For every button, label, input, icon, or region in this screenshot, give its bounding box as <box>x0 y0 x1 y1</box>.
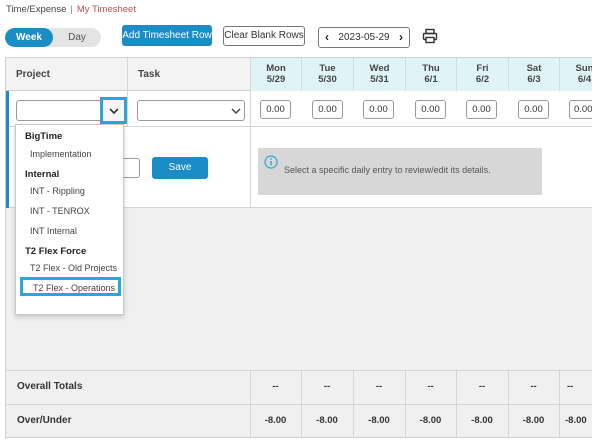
hours-input-sat[interactable]: 0.00 <box>518 100 549 119</box>
task-column-header: Task <box>138 69 161 80</box>
day-name: Sat <box>526 63 542 74</box>
day-date: 6/4 <box>577 74 592 85</box>
day-name: Wed <box>369 63 390 74</box>
save-button[interactable]: Save <box>152 157 208 179</box>
day-view-button[interactable]: Day <box>53 28 101 47</box>
chevron-down-icon <box>231 108 241 115</box>
day-date: 5/30 <box>318 74 337 85</box>
row-divider <box>6 404 592 405</box>
total-sat: -- <box>530 381 537 392</box>
chevron-left-icon[interactable]: ‹ <box>319 28 335 47</box>
info-message-box: Select a specific daily entry to review/… <box>258 148 542 195</box>
day-header-wed: Wed 5/31 <box>353 58 405 91</box>
hours-input-sun[interactable]: 0.00 <box>569 100 592 119</box>
day-header-sun: Sun 6/4 <box>559 58 592 91</box>
breadcrumb: Time/Expense | My Timesheet <box>6 4 136 15</box>
add-timesheet-row-button[interactable]: Add Timesheet Row <box>122 25 212 46</box>
project-dropdown-menu: BigTime Implementation Internal INT - Ri… <box>15 124 124 315</box>
day-header-thu: Thu 6/1 <box>405 58 456 91</box>
date-navigator: ‹ 2023-05-29 › <box>318 27 410 48</box>
week-view-button[interactable]: Week <box>5 28 53 47</box>
project-column-header: Project <box>16 69 50 80</box>
over-under-label: Over/Under <box>17 415 72 426</box>
total-wed: -- <box>375 381 383 392</box>
over-under-tue: -8.00 <box>316 415 338 426</box>
view-toggle: Week Day <box>5 28 101 47</box>
breadcrumb-separator: | <box>70 4 73 15</box>
day-name: Thu <box>422 63 440 74</box>
breadcrumb-parent-link[interactable]: Time/Expense <box>6 4 66 15</box>
dropdown-group-bigtime: BigTime <box>25 131 63 142</box>
dropdown-option[interactable]: Implementation <box>30 149 92 159</box>
column-divider <box>127 58 128 91</box>
dropdown-option-highlighted[interactable]: T2 Flex - Operations <box>20 277 121 296</box>
over-under-thu: -8.00 <box>419 415 442 426</box>
dropdown-option[interactable]: T2 Flex - Old Projects <box>30 263 117 273</box>
day-date: 6/3 <box>527 74 541 85</box>
day-name: Sun <box>575 63 592 74</box>
clear-blank-rows-button[interactable]: Clear Blank Rows <box>223 26 305 46</box>
info-circle-icon <box>264 155 278 169</box>
project-dropdown-toggle[interactable] <box>100 97 127 124</box>
chevron-down-icon <box>109 108 119 115</box>
total-sun: -- <box>567 381 574 392</box>
total-tue: -- <box>323 381 331 392</box>
over-under-mon: -8.00 <box>264 415 287 426</box>
day-date: 6/1 <box>424 74 438 85</box>
hours-input-thu[interactable]: 0.00 <box>415 100 446 119</box>
dropdown-group-t2-flex-force: T2 Flex Force <box>25 246 87 257</box>
row-divider <box>6 370 592 371</box>
day-header-mon: Mon 5/29 <box>250 58 301 91</box>
total-fri: -- <box>478 381 486 392</box>
info-message-text: Select a specific daily entry to review/… <box>284 165 491 175</box>
dropdown-option[interactable]: INT - TENROX <box>30 206 90 216</box>
column-divider <box>250 127 251 208</box>
task-select[interactable] <box>137 100 245 121</box>
over-under-fri: -8.00 <box>471 415 493 426</box>
breadcrumb-current: My Timesheet <box>76 4 136 15</box>
printer-icon[interactable] <box>422 28 438 44</box>
over-under-sat: -8.00 <box>522 415 545 426</box>
day-date: 6/2 <box>475 74 490 85</box>
day-header-tue: Tue 5/30 <box>301 58 353 91</box>
overall-totals-label: Overall Totals <box>17 381 83 392</box>
chevron-right-icon[interactable]: › <box>393 28 409 47</box>
dropdown-option[interactable]: INT Internal <box>30 226 77 236</box>
total-mon: -- <box>272 381 279 392</box>
over-under-sun: -8.00 <box>565 415 587 426</box>
day-name: Mon <box>266 63 286 74</box>
day-date: 5/29 <box>266 74 286 85</box>
day-header-fri: Fri 6/2 <box>456 58 508 91</box>
day-name: Tue <box>319 63 336 74</box>
day-date: 5/31 <box>370 74 389 85</box>
dropdown-group-internal: Internal <box>25 169 60 180</box>
hours-input-wed[interactable]: 0.00 <box>363 100 394 119</box>
dropdown-option[interactable]: INT - Rippling <box>30 186 85 196</box>
day-name: Fri <box>476 63 489 74</box>
hours-input-mon[interactable]: 0.00 <box>260 100 291 119</box>
total-thu: -- <box>427 381 434 392</box>
hours-input-fri[interactable]: 0.00 <box>466 100 497 119</box>
over-under-wed: -8.00 <box>368 415 390 426</box>
column-divider <box>127 91 128 126</box>
hours-input-tue[interactable]: 0.00 <box>312 100 343 119</box>
day-header-sat: Sat 6/3 <box>508 58 559 91</box>
current-week-date[interactable]: 2023-05-29 <box>335 28 393 47</box>
